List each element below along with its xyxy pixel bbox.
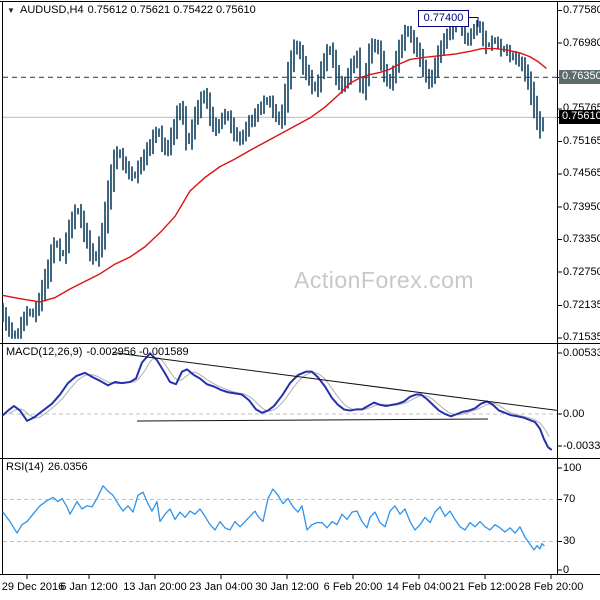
price-axis-label: 0.71535 <box>563 331 600 344</box>
rsi-label: RSI(14) <box>6 461 44 473</box>
forex-chart-window: ▼ AUDUSD,H4 0.75612 0.75621 0.75422 0.756… <box>0 0 600 600</box>
macd-axis-label: 0.005332 <box>563 346 600 359</box>
symbol-label: AUDUSD,H4 <box>20 4 84 16</box>
ohlc-values: 0.75612 0.75621 0.75422 0.75610 <box>87 4 256 16</box>
time-axis-label: 6 Feb 20:00 <box>323 581 383 593</box>
rsi-axis-label: 100 <box>563 461 582 474</box>
rsi-axis-label: 0 <box>563 563 570 576</box>
price-axis-label: 0.73950 <box>563 200 600 213</box>
time-axis-label: 30 Jan 12:00 <box>255 581 319 593</box>
high-price-label: 0.77400 <box>418 10 469 27</box>
symbol-header: AUDUSD,H4 0.75612 0.75621 0.75422 0.75610 <box>20 4 256 16</box>
time-axis-label: 29 Dec 2016 <box>1 581 65 593</box>
time-axis-label: 13 Jan 20:00 <box>123 581 187 593</box>
time-axis-label: 6 Jan 12:00 <box>60 581 118 593</box>
price-axis-label: 0.73350 <box>563 233 600 246</box>
price-axis-label: 0.75165 <box>563 134 600 147</box>
macd-axis-label: 0.00 <box>563 407 585 420</box>
macd-values: -0.002956 -0.001589 <box>86 346 189 358</box>
chart-canvas <box>0 1 600 579</box>
watermark: ActionForex.com <box>294 267 475 293</box>
macd-axis-label: -0.00335 <box>563 439 600 452</box>
time-axis-label: 14 Feb 04:00 <box>386 581 452 593</box>
time-axis-label: 28 Feb 20:00 <box>518 581 584 593</box>
price-label-resistance: 0.76350 <box>559 70 600 85</box>
rsi-axis-label: 30 <box>563 535 576 547</box>
price-axis-label: 0.77580 <box>563 4 600 17</box>
rsi-axis-label: 70 <box>563 493 576 505</box>
collapse-icon[interactable]: ▼ <box>7 6 15 15</box>
price-axis-label: 0.74565 <box>563 167 600 180</box>
price-axis-label: 0.76980 <box>563 36 600 49</box>
rsi-value: 26.0356 <box>47 461 88 473</box>
macd-label: MACD(12,26,9) <box>6 346 83 358</box>
price-axis-label: 0.72135 <box>563 298 600 311</box>
price-axis-label: 0.72750 <box>563 265 600 278</box>
time-axis-label: 21 Feb 12:00 <box>452 581 518 593</box>
time-axis-label: 23 Jan 04:00 <box>189 581 253 593</box>
macd-header: MACD(12,26,9) -0.002956 -0.001589 <box>6 346 189 358</box>
price-label-last: 0.75610 <box>559 110 600 125</box>
rsi-header: RSI(14) 26.0356 <box>6 461 88 473</box>
